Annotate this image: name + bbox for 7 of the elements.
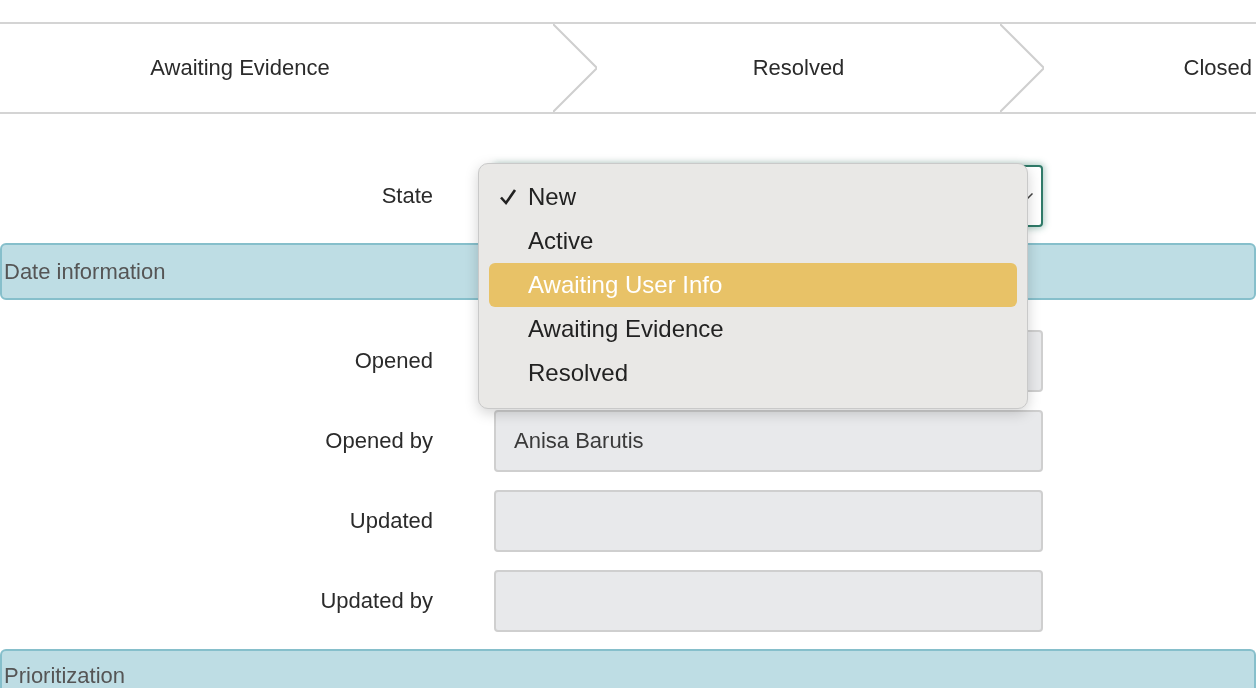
field-label: Updated by	[319, 588, 433, 614]
field-label: Opened	[353, 348, 433, 374]
section-title: Date information	[4, 258, 166, 285]
field-label: Updated	[348, 508, 433, 534]
section-title: Prioritization	[4, 663, 126, 688]
field-label: State	[380, 183, 433, 209]
field-label: Opened by	[324, 428, 433, 454]
